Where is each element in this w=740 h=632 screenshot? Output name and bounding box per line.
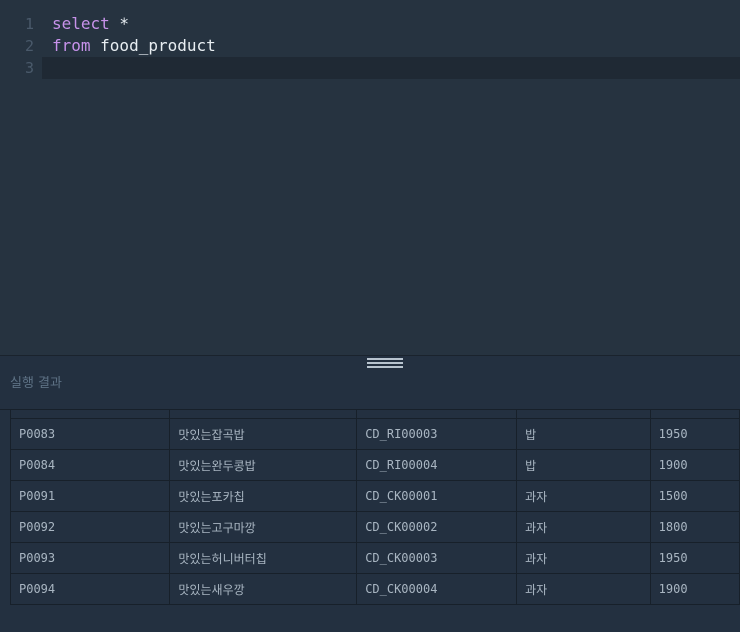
table-row: P0084 맛있는완두콩밥 CD_RI00004 밥 1900 bbox=[9, 449, 740, 481]
table-cell: 1900 bbox=[649, 573, 740, 605]
table-row: P0082맛있는현미밥CD_RI00002밥1800 bbox=[9, 410, 740, 419]
table-cell: 1950 bbox=[649, 418, 740, 450]
keyword: select bbox=[52, 14, 110, 33]
panel-divider bbox=[0, 355, 740, 356]
table-cell: 맛있는현미밥 bbox=[169, 410, 358, 419]
table-cell: P0094 bbox=[9, 573, 171, 605]
code-text: food_product bbox=[90, 36, 216, 55]
code-line[interactable]: 2 from food_product bbox=[0, 35, 740, 57]
table-cell: 1950 bbox=[649, 542, 740, 574]
table-cell: P0084 bbox=[9, 449, 171, 481]
table-cell: CD_RI00003 bbox=[356, 418, 518, 450]
table-cell: 맛있는허니버터칩 bbox=[169, 542, 358, 574]
table-cell: 맛있는포카칩 bbox=[169, 480, 358, 512]
table-row: P0092 맛있는고구마깡 CD_CK00002 과자 1800 bbox=[9, 511, 740, 543]
sql-editor[interactable]: 1 select * 2 from food_product 3 bbox=[0, 0, 740, 355]
table-cell: CD_CK00004 bbox=[356, 573, 518, 605]
table-cell: P0093 bbox=[9, 542, 171, 574]
table-cell: 과자 bbox=[516, 511, 651, 543]
result-table: P0082맛있는현미밥CD_RI00002밥1800P0083맛있는잡곡밥CD_… bbox=[9, 410, 740, 605]
code-text: * bbox=[109, 14, 130, 33]
result-title: 실행 결과 bbox=[10, 376, 62, 391]
table-row: P0093 맛있는허니버터칩 CD_CK00003 과자 1950 bbox=[9, 542, 740, 574]
table-cell: 과자 bbox=[516, 480, 651, 512]
table-cell: 1500 bbox=[649, 480, 740, 512]
table-cell: P0082 bbox=[9, 410, 171, 419]
line-number: 3 bbox=[24, 59, 34, 77]
table-row: P0083 맛있는잡곡밥 CD_RI00003 밥 1950 bbox=[9, 418, 740, 450]
keyword: from bbox=[52, 36, 91, 55]
table-cell: 밥 bbox=[516, 410, 651, 419]
table-row: P0091 맛있는포카칩 CD_CK00001 과자 1500 bbox=[9, 480, 740, 512]
result-table-scroll[interactable]: P0082맛있는현미밥CD_RI00002밥1800P0083맛있는잡곡밥CD_… bbox=[0, 409, 740, 619]
table-cell: 1800 bbox=[649, 511, 740, 543]
table-cell: P0092 bbox=[9, 511, 171, 543]
table-cell: CD_RI00004 bbox=[356, 449, 518, 481]
result-panel: 실행 결과 P0082맛있는현미밥CD_RI00002밥1800P0083맛있는… bbox=[0, 356, 740, 632]
table-cell: 밥 bbox=[516, 449, 651, 481]
table-cell: 맛있는잡곡밥 bbox=[169, 418, 358, 450]
line-number: 1 bbox=[24, 15, 34, 33]
resize-handle-icon[interactable] bbox=[367, 358, 403, 368]
table-cell: 맛있는고구마깡 bbox=[169, 511, 358, 543]
line-number: 2 bbox=[24, 37, 34, 55]
table-cell: CD_RI00002 bbox=[356, 410, 518, 419]
table-cell: 맛있는완두콩밥 bbox=[169, 449, 358, 481]
code-line[interactable]: 3 bbox=[0, 57, 740, 79]
table-cell: 밥 bbox=[516, 418, 651, 450]
table-cell: 1900 bbox=[649, 449, 740, 481]
table-cell: CD_CK00003 bbox=[356, 542, 518, 574]
table-cell: P0091 bbox=[9, 480, 171, 512]
table-cell: 1800 bbox=[649, 410, 740, 419]
code-line[interactable]: 1 select * bbox=[0, 13, 740, 35]
table-cell: 과자 bbox=[516, 573, 651, 605]
table-cell: CD_CK00002 bbox=[356, 511, 518, 543]
table-cell: 맛있는새우깡 bbox=[169, 573, 358, 605]
table-cell: CD_CK00001 bbox=[356, 480, 518, 512]
table-cell: P0083 bbox=[9, 418, 171, 450]
table-row: P0094 맛있는새우깡 CD_CK00004 과자 1900 bbox=[9, 573, 740, 605]
table-cell: 과자 bbox=[516, 542, 651, 574]
